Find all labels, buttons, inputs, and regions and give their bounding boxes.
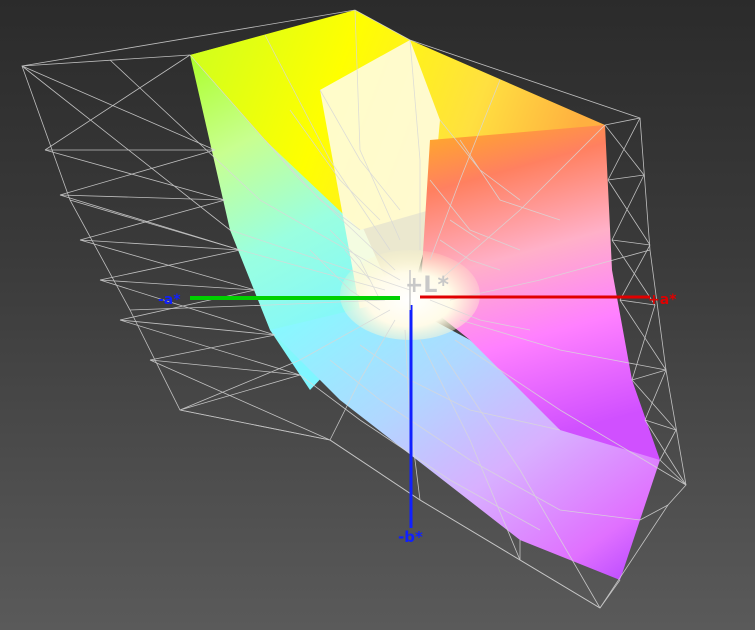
wireframe-line bbox=[21, 54, 191, 67]
gamut-3d-viewport[interactable]: +L* +a* -a* -b* bbox=[0, 0, 755, 630]
wireframe-line bbox=[607, 174, 645, 181]
axis-label-l-plus: +L* bbox=[405, 273, 449, 298]
wireframe-line bbox=[631, 369, 667, 381]
wireframe-line bbox=[99, 279, 256, 291]
axis-label-a-plus: +a* bbox=[648, 292, 677, 308]
gamut-scene[interactable]: +L* +a* -a* -b* bbox=[0, 0, 755, 630]
axis-label-b-minus: -b* bbox=[398, 528, 423, 546]
wireframe-line bbox=[59, 194, 226, 201]
wireframe-line bbox=[79, 239, 241, 251]
wireframe-line bbox=[611, 239, 651, 246]
axis-label-a-minus: -a* bbox=[158, 292, 181, 308]
wireframe-line bbox=[604, 117, 641, 126]
wireframe-line bbox=[149, 359, 301, 376]
wireframe-line bbox=[599, 579, 621, 609]
wireframe-line bbox=[179, 409, 331, 441]
